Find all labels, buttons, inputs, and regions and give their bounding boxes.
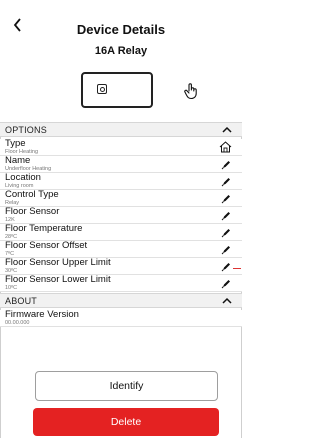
pencil-icon[interactable] — [221, 193, 232, 204]
options-section-label: OPTIONS — [5, 125, 47, 135]
home-icon[interactable] — [219, 141, 232, 153]
option-label: Floor Sensor Upper Limit — [5, 257, 111, 268]
pencil-icon[interactable] — [221, 244, 232, 255]
identify-button[interactable]: Identify — [35, 371, 218, 401]
pencil-icon[interactable] — [221, 261, 232, 272]
option-label: Floor Sensor — [5, 206, 60, 217]
about-section-label: ABOUT — [5, 296, 38, 306]
about-section-header[interactable]: ABOUT — [0, 293, 242, 308]
option-row-floor-sensor-lower-limit[interactable]: Floor Sensor Lower Limit 10ºC — [0, 274, 242, 292]
option-row-floor-sensor-offset[interactable]: Floor Sensor Offset 7ºC — [0, 240, 242, 258]
option-label: Floor Sensor Offset — [5, 240, 88, 251]
about-row-firmware: Firmware Version 00.00.000 — [0, 309, 242, 327]
delete-button[interactable]: Delete — [33, 408, 219, 436]
option-label: Floor Temperature — [5, 223, 83, 234]
option-row-floor-sensor-upper-limit[interactable]: Floor Sensor Upper Limit 30ºC — [0, 257, 242, 275]
pencil-icon[interactable] — [221, 227, 232, 238]
device-subtitle: 16A Relay — [94, 45, 148, 57]
option-label: Floor Sensor Lower Limit — [5, 274, 111, 285]
chevron-up-icon — [222, 126, 232, 133]
option-label: Type — [5, 138, 26, 149]
option-row-location[interactable]: Location Living room — [0, 172, 242, 190]
option-label: Name — [5, 155, 31, 166]
edge-marker — [233, 268, 241, 269]
option-row-type[interactable]: Type Floor Heating — [0, 138, 242, 156]
relay-device-icon — [81, 72, 153, 108]
hand-pointer-icon[interactable] — [183, 82, 199, 100]
pencil-icon[interactable] — [221, 278, 232, 289]
option-row-floor-temperature[interactable]: Floor Temperature 28ºC — [0, 223, 242, 241]
option-row-floor-sensor[interactable]: Floor Sensor 12K — [0, 206, 242, 224]
option-value: 10ºC — [5, 285, 18, 291]
header: Device Details 16A Relay — [0, 0, 242, 122]
pencil-icon[interactable] — [221, 210, 232, 221]
firmware-value: 00.00.000 — [5, 320, 30, 326]
chevron-up-icon — [222, 297, 232, 304]
pencil-icon[interactable] — [221, 159, 232, 170]
page-title: Device Details — [76, 22, 166, 37]
option-label: Location — [5, 172, 41, 183]
option-label: Control Type — [5, 189, 59, 200]
options-section-header[interactable]: OPTIONS — [0, 122, 242, 137]
option-row-name[interactable]: Name Underfloor Heating — [0, 155, 242, 173]
pencil-icon[interactable] — [221, 176, 232, 187]
option-row-control-type[interactable]: Control Type Relay — [0, 189, 242, 207]
firmware-label: Firmware Version — [5, 309, 79, 320]
relay-button-icon — [97, 84, 107, 94]
